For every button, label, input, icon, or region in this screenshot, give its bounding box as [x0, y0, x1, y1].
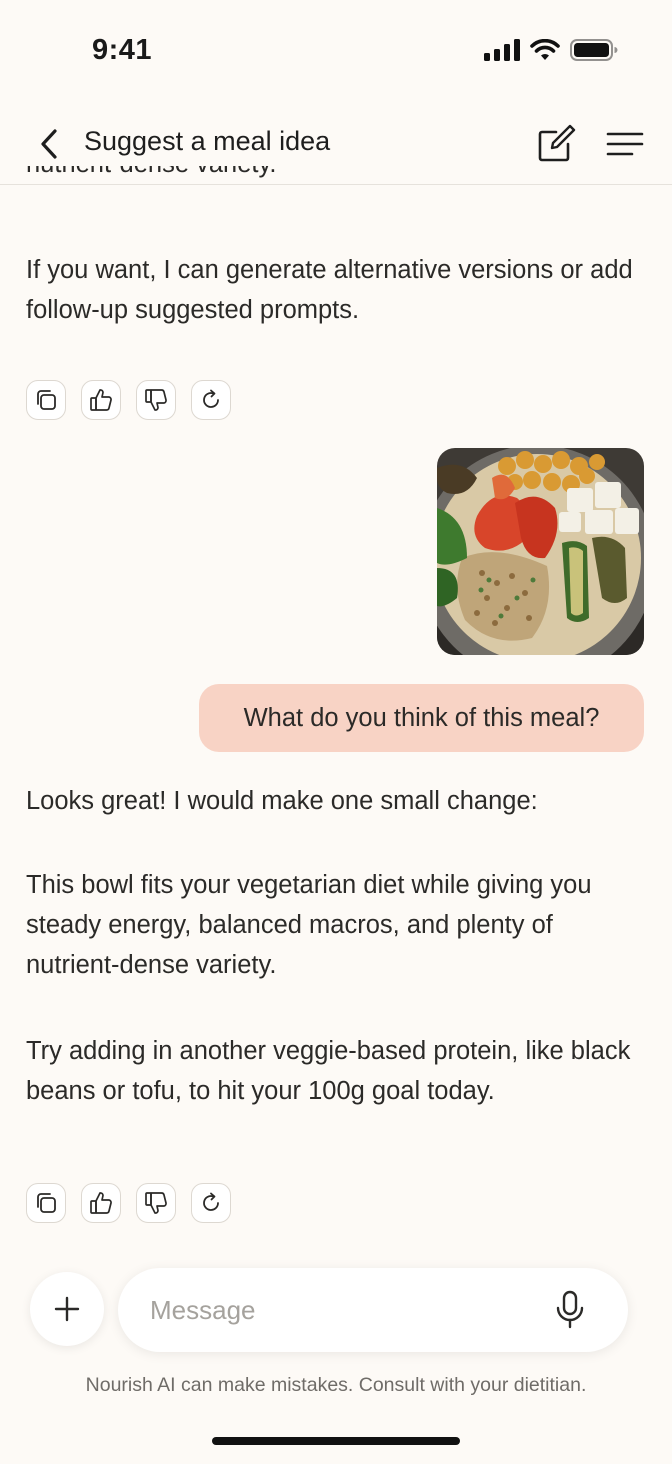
thumbs-down-icon — [145, 1192, 167, 1214]
thumbs-up-icon — [90, 389, 112, 411]
thumbs-up-button[interactable] — [81, 380, 121, 420]
battery-icon — [570, 39, 618, 61]
compose-icon — [538, 124, 576, 162]
regenerate-button[interactable] — [191, 1183, 231, 1223]
regenerate-icon — [203, 389, 219, 408]
status-time: 9:41 — [92, 34, 153, 66]
menu-icon — [606, 132, 644, 156]
home-indicator — [212, 1437, 460, 1445]
message-input[interactable] — [148, 1293, 532, 1327]
microphone-icon — [556, 1290, 584, 1329]
assistant-reply-paragraph: Try adding in another veggie-based prote… — [26, 1037, 631, 1105]
assistant-message-text: If you want, I can generate alternative … — [26, 256, 633, 324]
clipped-message-text: nutrient-dense variety. — [26, 166, 276, 184]
plus-icon — [54, 1296, 80, 1322]
chevron-left-icon — [41, 129, 57, 159]
clipped-line: nutrient-dense variety. — [26, 166, 276, 184]
message-actions — [26, 380, 231, 420]
regenerate-icon — [203, 1192, 219, 1211]
assistant-reply-paragraph: This bowl fits your vegetarian diet whil… — [26, 871, 592, 979]
copy-icon — [37, 1193, 56, 1213]
copy-icon — [37, 390, 56, 410]
signal-icon — [484, 39, 520, 61]
user-message-bubble: What do you think of this meal? — [199, 684, 644, 752]
add-attachment-button[interactable] — [30, 1272, 104, 1346]
regenerate-button[interactable] — [191, 380, 231, 420]
disclaimer-text: Nourish AI can make mistakes. Consult wi… — [85, 1374, 587, 1396]
back-button[interactable] — [34, 124, 64, 164]
thumbs-down-button[interactable] — [136, 1183, 176, 1223]
meal-bowl-image — [437, 448, 644, 655]
message-actions — [26, 1183, 231, 1223]
new-chat-button[interactable] — [534, 122, 578, 166]
copy-button[interactable] — [26, 1183, 66, 1223]
assistant-reply-paragraph: Looks great! I would make one small chan… — [26, 787, 538, 815]
thumbs-up-button[interactable] — [81, 1183, 121, 1223]
status-icons — [484, 38, 618, 62]
thumbs-down-button[interactable] — [136, 380, 176, 420]
meal-photo[interactable] — [437, 448, 644, 655]
copy-button[interactable] — [26, 380, 66, 420]
thumbs-up-icon — [90, 1192, 112, 1214]
menu-button[interactable] — [602, 122, 648, 166]
message-composer — [118, 1268, 628, 1352]
thumbs-down-icon — [145, 389, 167, 411]
microphone-button[interactable] — [554, 1290, 586, 1330]
page-title: Suggest a meal idea — [84, 126, 331, 156]
wifi-icon — [530, 39, 560, 60]
